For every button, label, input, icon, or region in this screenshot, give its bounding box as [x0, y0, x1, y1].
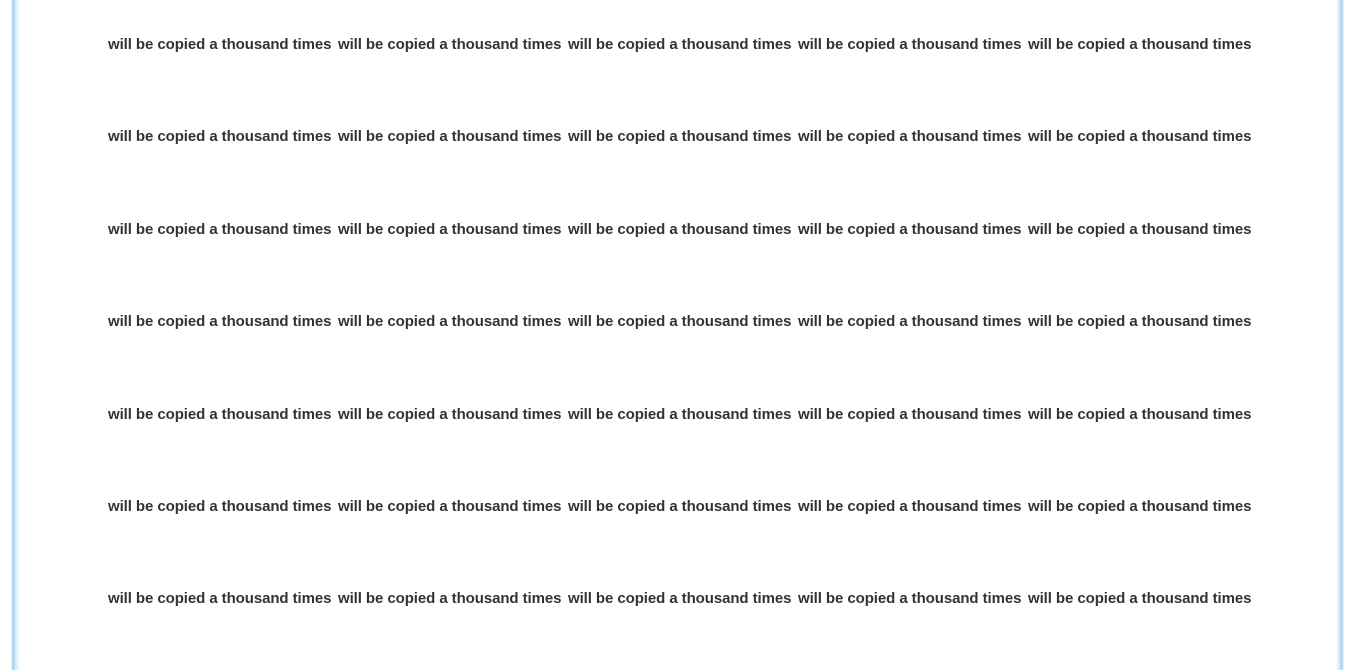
text-item: will be copied a thousand times [568, 405, 792, 423]
text-item: will be copied a thousand times [1028, 405, 1252, 423]
text-grid: will be copied a thousand times will be … [108, 35, 1258, 608]
page: will be copied a thousand times will be … [0, 0, 1356, 670]
text-item: will be copied a thousand times [568, 590, 792, 608]
text-item: will be copied a thousand times [338, 590, 562, 608]
text-item: will be copied a thousand times [108, 405, 332, 423]
text-row: will be copied a thousand times will be … [108, 497, 1258, 516]
text-item: will be copied a thousand times [568, 497, 792, 515]
text-item: will be copied a thousand times [108, 313, 332, 331]
text-item: will be copied a thousand times [338, 313, 562, 331]
text-item: will be copied a thousand times [108, 590, 332, 608]
text-item: will be copied a thousand times [108, 36, 332, 53]
text-item: will be copied a thousand times [108, 497, 332, 515]
text-item: will be copied a thousand times [108, 220, 332, 238]
text-item: will be copied a thousand times [798, 220, 1022, 238]
text-item: will be copied a thousand times [568, 220, 792, 238]
text-item: will be copied a thousand times [568, 36, 792, 53]
text-row: will be copied a thousand times will be … [108, 127, 1258, 146]
text-item: will be copied a thousand times [568, 313, 792, 331]
left-edge-shadow [0, 0, 20, 670]
right-edge-shadow [1336, 0, 1356, 670]
text-row: will be copied a thousand times will be … [108, 589, 1258, 608]
text-item: will be copied a thousand times [1028, 128, 1252, 146]
text-item: will be copied a thousand times [338, 220, 562, 238]
text-item: will be copied a thousand times [338, 36, 562, 53]
text-row: will be copied a thousand times will be … [108, 405, 1258, 424]
text-item: will be copied a thousand times [108, 128, 332, 146]
text-item: will be copied a thousand times [338, 128, 562, 146]
text-row: will be copied a thousand times will be … [108, 220, 1258, 239]
text-item: will be copied a thousand times [798, 405, 1022, 423]
text-item: will be copied a thousand times [1028, 590, 1252, 608]
text-item: will be copied a thousand times [1028, 497, 1252, 515]
text-item: will be copied a thousand times [568, 128, 792, 146]
text-item: will be copied a thousand times [798, 36, 1022, 53]
text-item: will be copied a thousand times [798, 313, 1022, 331]
text-item: will be copied a thousand times [1028, 313, 1252, 331]
text-item: will be copied a thousand times [1028, 36, 1252, 53]
text-item: will be copied a thousand times [1028, 220, 1252, 238]
text-item: will be copied a thousand times [338, 405, 562, 423]
text-item: will be copied a thousand times [798, 497, 1022, 515]
text-item: will be copied a thousand times [338, 497, 562, 515]
text-item: will be copied a thousand times [798, 128, 1022, 146]
text-item: will be copied a thousand times [798, 590, 1022, 608]
text-row: will be copied a thousand times will be … [108, 312, 1258, 331]
text-row: will be copied a thousand times will be … [108, 35, 1258, 54]
